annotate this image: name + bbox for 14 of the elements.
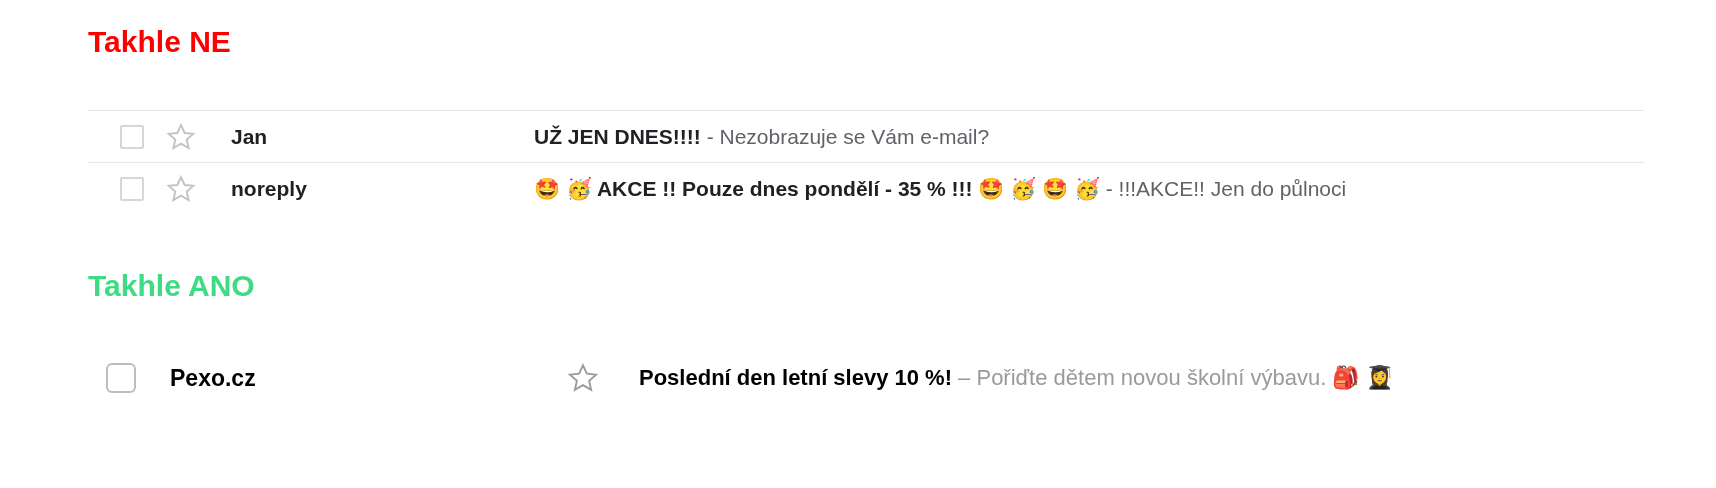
email-subject: UŽ JEN DNES!!!! - Nezobrazuje se Vám e-mail?	[534, 124, 990, 149]
email-subject: 🤩 🥳 AKCE !! Pouze dnes pondělí - 35 % !!! 🤩 🥳 🤩 🥳 - !!!AKCE!! Jen do půlnoci	[534, 176, 1347, 201]
sender-name: Jan	[231, 124, 269, 149]
section-heading: Takhle ANO	[88, 268, 256, 304]
section-heading: Takhle NE	[88, 24, 232, 60]
star-icon[interactable]	[166, 121, 196, 152]
star-icon[interactable]	[166, 173, 196, 204]
checkbox[interactable]	[106, 363, 136, 393]
checkbox[interactable]	[120, 124, 144, 149]
email-subject: Poslední den letní slevy 10 %! – Pořiďte dětem novou školní výbavu. 🎒 👩‍🎓	[639, 365, 1393, 391]
star-icon[interactable]	[567, 362, 599, 394]
sender-name: noreply	[231, 176, 308, 201]
checkbox[interactable]	[120, 176, 144, 201]
sender-name: Pexo.cz	[170, 364, 257, 392]
